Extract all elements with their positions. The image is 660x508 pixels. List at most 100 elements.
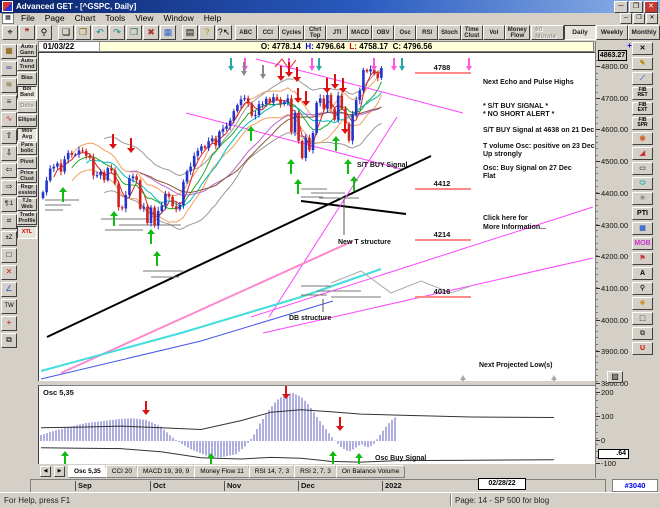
info-link[interactable]: Click here for (483, 215, 528, 222)
back-icon[interactable]: ↶ (92, 25, 108, 40)
close-button[interactable]: ✕ (644, 1, 658, 13)
symbol-search-icon[interactable]: ∞ (1, 61, 17, 76)
scroll-icon[interactable]: ≋ (1, 78, 17, 93)
grid-icon[interactable]: ▦ (632, 222, 653, 235)
quote-window-icon[interactable]: ❞ (19, 25, 35, 40)
study-para-bolic-button[interactable]: Para bolic (17, 142, 37, 155)
crosshair-icon[interactable]: + (1, 316, 17, 331)
app-icon[interactable] (2, 1, 13, 12)
print-icon[interactable]: ▤ (182, 25, 198, 40)
indicator-cci-button[interactable]: CCI (257, 25, 279, 40)
indicator-rsi-button[interactable]: RSI (416, 25, 438, 40)
indicator-jti-button[interactable]: JTI (326, 25, 348, 40)
tab-macd-19-39-9[interactable]: MACD 19, 39, 9 (137, 465, 195, 478)
web-tool-icon[interactable]: ✳ (632, 192, 653, 205)
menu-file[interactable]: File (16, 13, 40, 24)
study-delta-button[interactable]: Delta (17, 100, 37, 113)
indicator-abc-button[interactable]: ABC (235, 25, 257, 40)
menu-window[interactable]: Window (158, 13, 198, 24)
mob-icon[interactable]: MOB (632, 237, 653, 250)
study-auto-trend-button[interactable]: Auto Trend (17, 58, 37, 71)
study-bias-button[interactable]: Bias (17, 72, 37, 85)
axis-chart-icon[interactable]: ▨ (607, 371, 623, 383)
tw-tool-icon[interactable]: TW (1, 299, 17, 314)
delete-lines-icon[interactable]: ✕ (1, 265, 17, 280)
indicator-obv-button[interactable]: OBV (372, 25, 394, 40)
context-help-icon[interactable]: ?↖ (216, 25, 232, 40)
restore-button[interactable]: ❐ (629, 1, 643, 13)
gann-circle-icon[interactable]: ◉ (632, 132, 653, 145)
indicator-time-clust-button[interactable]: Time Clust (461, 25, 483, 40)
indicator-cycles-button[interactable]: Cycles (279, 25, 304, 40)
cancel-draw-icon[interactable]: ✕ (632, 42, 653, 55)
tab-money-flow-11[interactable]: Money Flow 11 (194, 465, 250, 478)
arrow-right-icon[interactable]: ⇨ (1, 180, 17, 195)
tab-osc-5-35[interactable]: Osc 5,35 (68, 465, 107, 478)
indicator-macd-button[interactable]: MACD (348, 25, 372, 40)
new-chart-icon[interactable]: ❏ (58, 25, 74, 40)
paste-icon[interactable]: ❒ (126, 25, 142, 40)
timeframe-daily-button[interactable]: Daily (564, 25, 596, 40)
tab-on-balance-volume[interactable]: On Balance Volume (336, 465, 405, 478)
open-chart-icon[interactable]: ❐ (75, 25, 91, 40)
study-icon[interactable]: ≡ (1, 95, 17, 110)
gann-box-icon[interactable]: ▭ (632, 162, 653, 175)
fib-retracement-icon[interactable]: FIBRET (632, 87, 653, 100)
child-close-button[interactable]: ✕ (646, 13, 658, 24)
child-window-icon[interactable]: ▦ (2, 13, 14, 24)
blank-box-icon[interactable]: □ (1, 248, 17, 263)
arrow-up-icon[interactable]: ⇧ (1, 129, 17, 144)
ellipse-tool-icon[interactable]: ⬭ (632, 177, 653, 190)
study-ellipse-button[interactable]: Ellipse (17, 114, 37, 127)
indicator-money-flow-button[interactable]: Money Flow (505, 25, 530, 40)
indicator-osc-button[interactable]: Osc (394, 25, 416, 40)
study-pivot-button[interactable]: Pivot (17, 156, 37, 169)
menu-view[interactable]: View (130, 13, 158, 24)
study-auto-gann-button[interactable]: Auto Gann (17, 44, 37, 57)
timeframe-60-minute-button[interactable]: 60 Minute (531, 25, 564, 40)
text-tool-icon[interactable]: A (632, 267, 653, 280)
draw-trendline-icon[interactable]: ∠ (1, 282, 17, 297)
timeframe-weekly-button[interactable]: Weekly (596, 25, 628, 40)
menu-help[interactable]: Help (199, 13, 226, 24)
help-icon[interactable]: ? (199, 25, 215, 40)
trendline-icon[interactable]: ⟋ (632, 72, 653, 85)
shapes-icon[interactable]: ❖ (632, 297, 653, 310)
chart-style-icon[interactable]: ▦ (160, 25, 176, 40)
menu-chart[interactable]: Chart (70, 13, 101, 24)
copy-page-icon[interactable]: ⧉ (632, 327, 653, 340)
indicator-stoch-button[interactable]: Stoch (438, 25, 461, 40)
arrow-down-icon[interactable]: ⇩ (1, 146, 17, 161)
timeframe-monthly-button[interactable]: Monthly (628, 25, 660, 40)
flag-icon[interactable]: ⚑ (632, 252, 653, 265)
study-regr-ession-button[interactable]: Regr ession (17, 184, 37, 197)
child-restore-button[interactable]: ❐ (633, 13, 645, 24)
tab-rsi-14-7-3[interactable]: RSI 14, 7, 3 (249, 465, 295, 478)
select-region-icon[interactable]: ⬚ (632, 312, 653, 325)
forward-icon[interactable]: ↷ (109, 25, 125, 40)
pointer-tool-icon[interactable]: ⌖ (2, 25, 18, 40)
fib-extension-icon[interactable]: FIBEXT (632, 102, 653, 115)
menu-tools[interactable]: Tools (100, 13, 130, 24)
chart-file-icon[interactable]: ▦ (1, 44, 17, 59)
gann-fan-icon[interactable]: ◢ (632, 147, 653, 160)
price-chart-pane[interactable]: 4788441242144016S/T BUY SignalNew T stru… (38, 52, 597, 383)
child-minimize-button[interactable]: ─ (620, 13, 632, 24)
price-chart-canvas[interactable]: 4788441242144016S/T BUY SignalNew T stru… (39, 53, 596, 382)
info-link[interactable]: More Information... (483, 224, 546, 231)
study-trade-profile-button[interactable]: Trade Profile (17, 212, 37, 225)
menu-page[interactable]: Page (40, 13, 70, 24)
study-xtl-button[interactable]: XTL (17, 226, 37, 239)
minimize-button[interactable]: ─ (614, 1, 628, 13)
indicator-vol-button[interactable]: Vol (483, 25, 505, 40)
pti-icon[interactable]: PTI (632, 207, 653, 220)
clone-window-icon[interactable]: ⧉ (1, 333, 17, 348)
price-axis[interactable]: 4863.27 4800.004700.004600.004500.004400… (595, 41, 627, 478)
study-tjs-web-button[interactable]: TJs Web (17, 198, 37, 211)
zoom-icon[interactable]: ⚲ (36, 25, 52, 40)
ratio-icon[interactable]: ¶:1 (1, 197, 17, 212)
undo-icon[interactable]: U (632, 342, 653, 355)
oscillator-pane[interactable]: Osc 5,35Osc Buy Signal (38, 385, 597, 466)
arrow-left-icon[interactable]: ⇦ (1, 163, 17, 178)
scale-icon[interactable]: ±Z (1, 231, 17, 246)
